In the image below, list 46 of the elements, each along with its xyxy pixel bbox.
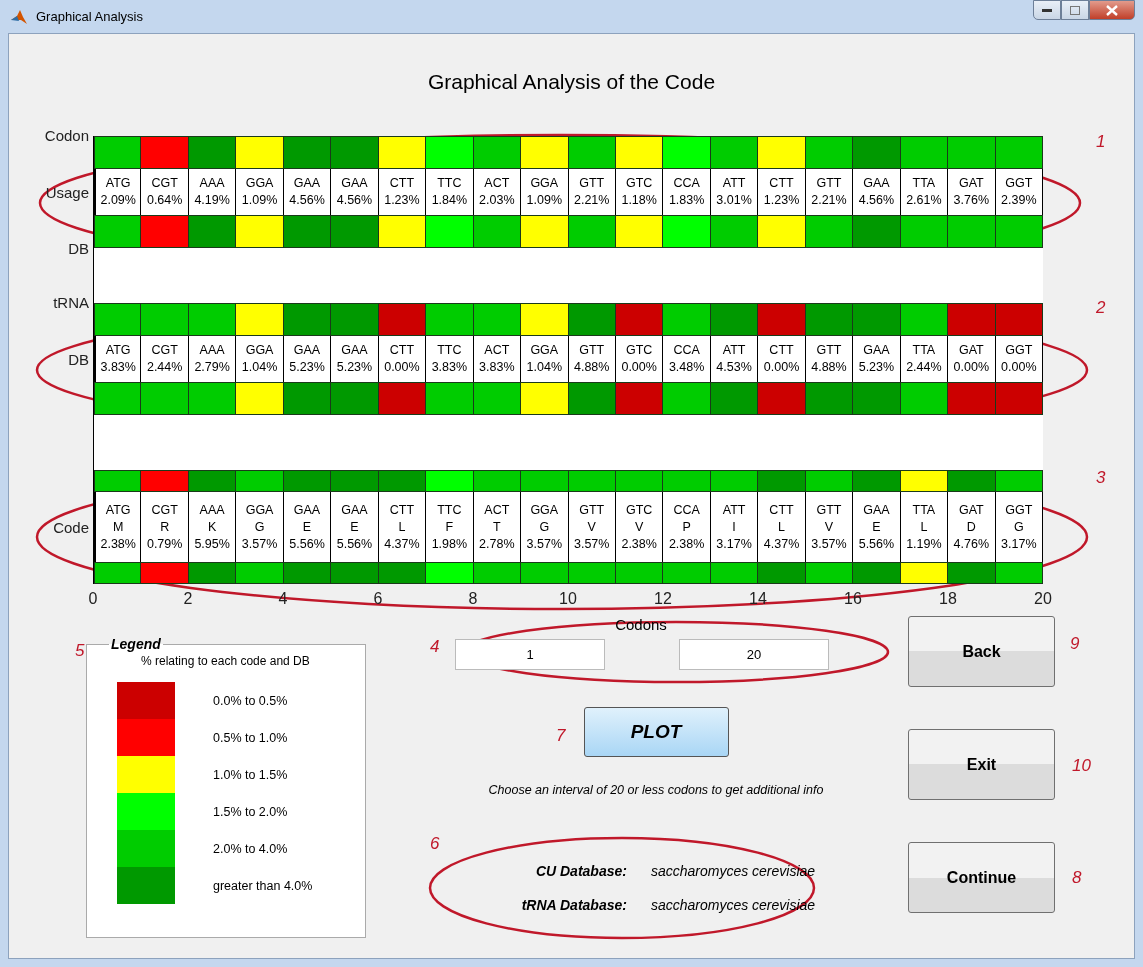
legend-label: 2.0% to 4.0% <box>213 841 288 856</box>
tick-label: 8 <box>468 590 478 608</box>
tick-label: 0 <box>88 590 98 608</box>
action-button[interactable]: Exit <box>908 729 1055 800</box>
axis-label: Code <box>53 518 89 536</box>
annotation-number: 7 <box>556 726 566 746</box>
annotation-number: 3 <box>1096 468 1106 488</box>
database-label: CU Database: <box>534 863 627 879</box>
legend-title: Legend <box>110 636 162 652</box>
legend-label: 1.0% to 1.5% <box>213 767 288 782</box>
legend-label: 0.5% to 1.0% <box>213 730 288 745</box>
database-label: tRNA Database: <box>520 897 627 913</box>
annotation-number: 10 <box>1072 756 1091 776</box>
annotation-number: 2 <box>1096 298 1106 318</box>
annotation-number: 8 <box>1072 868 1082 888</box>
annotation-number: 6 <box>430 834 440 854</box>
legend-label: 1.5% to 2.0% <box>213 804 288 819</box>
action-button[interactable]: Back <box>908 616 1055 687</box>
annotation-number: 9 <box>1070 634 1080 654</box>
tick-label: 10 <box>559 590 577 608</box>
window-title: Graphical Analysis <box>36 9 143 24</box>
tick-label: 20 <box>1034 590 1052 608</box>
plot-button[interactable]: PLOT <box>583 707 729 757</box>
legend-label: 0.0% to 0.5% <box>213 693 288 708</box>
tick-label: 2 <box>183 590 193 608</box>
maximize-icon <box>1070 5 1080 15</box>
action-button[interactable]: Continue <box>908 842 1055 913</box>
tick-label: 12 <box>654 590 672 608</box>
legend-subtitle: % relating to each code and DB <box>141 654 311 668</box>
page-heading: Graphical Analysis of the Code <box>427 70 716 93</box>
annotation-number: 1 <box>1096 132 1106 152</box>
to-field[interactable]: 20 <box>679 639 829 670</box>
tick-label: 14 <box>749 590 767 608</box>
codon-cell: ATG M 2.38% <box>94 492 142 562</box>
minimize-icon <box>1042 8 1052 12</box>
from-field[interactable]: 1 <box>455 639 605 670</box>
legend-label: greater than 4.0% <box>213 878 313 893</box>
minimize-button[interactable] <box>1033 0 1061 20</box>
tick-label: 18 <box>939 590 957 608</box>
annotation-number: 5 <box>75 641 85 661</box>
maximize-button[interactable] <box>1061 0 1089 20</box>
close-icon <box>1106 4 1118 16</box>
hint-text: Choose an interval of 20 or less codons to get additional info <box>487 782 825 799</box>
tick-label: 6 <box>373 590 383 608</box>
close-button[interactable] <box>1089 0 1135 20</box>
annotation-number: 4 <box>430 637 440 657</box>
